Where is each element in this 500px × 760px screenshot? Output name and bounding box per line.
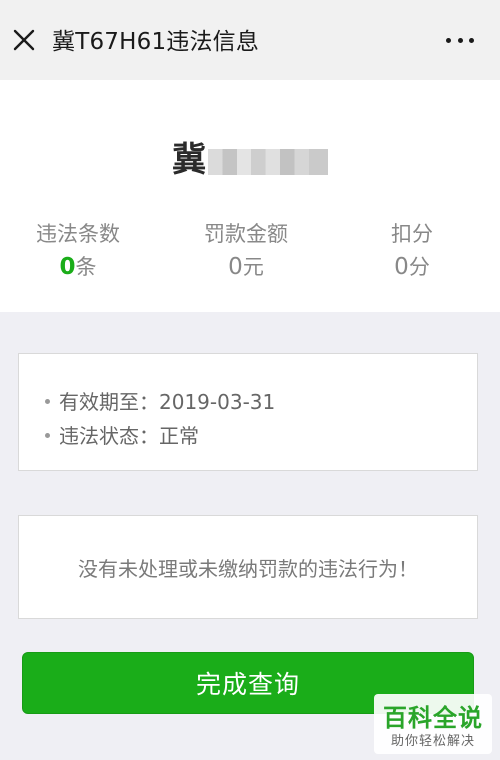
status-text: 违法状态：正常 — [59, 424, 199, 448]
more-horizontal-icon[interactable] — [446, 36, 474, 44]
points-value: 0 — [394, 254, 409, 280]
more-dot — [446, 37, 451, 43]
plate-prefix: 冀 — [172, 140, 206, 180]
valid-until-line: 有效期至：2019-03-31 — [45, 386, 275, 415]
stat-unit: 分 — [408, 255, 430, 279]
stat-violation-count: 违法条数 0条 — [0, 220, 158, 284]
stat-value: 0条 — [0, 250, 158, 284]
result-message-box: 没有未处理或未缴纳罚款的违法行为！ — [18, 515, 478, 619]
plate-blur-mask — [208, 148, 328, 175]
stat-unit: 元 — [242, 255, 264, 279]
license-plate: 冀 — [0, 132, 500, 181]
result-message: 没有未处理或未缴纳罚款的违法行为！ — [78, 556, 418, 581]
stat-fine-amount: 罚款金额 0元 — [166, 220, 326, 284]
violation-info-page: 冀T67H61违法信息 冀 违法条数 0条 罚款金额 0元 扣分 0分 有效期至… — [0, 0, 500, 760]
stat-value: 0元 — [166, 250, 326, 284]
status-line: 违法状态：正常 — [45, 420, 199, 449]
watermark-logo: 百科全说 助你轻松解决 — [374, 694, 492, 754]
finish-query-label: 完成查询 — [195, 670, 300, 699]
valid-until-text: 有效期至：2019-03-31 — [59, 390, 276, 414]
summary-card: 冀 违法条数 0条 罚款金额 0元 扣分 0分 — [0, 80, 500, 312]
more-dot — [469, 37, 474, 43]
stat-unit: 条 — [75, 255, 97, 279]
watermark-main-text: 百科全说 — [383, 704, 483, 732]
stat-value: 0分 — [332, 250, 492, 284]
license-info-box: 有效期至：2019-03-31 违法状态：正常 — [18, 353, 478, 471]
close-icon[interactable] — [12, 28, 36, 52]
bullet-icon — [45, 399, 50, 404]
stat-label: 罚款金额 — [204, 222, 288, 246]
violation-count-value: 0 — [59, 254, 76, 280]
stat-points: 扣分 0分 — [332, 220, 492, 284]
fine-amount-value: 0 — [228, 254, 243, 280]
page-title: 冀T67H61违法信息 — [52, 29, 260, 55]
more-dot — [457, 37, 463, 43]
stat-label: 扣分 — [391, 222, 433, 246]
bullet-icon — [45, 433, 50, 438]
header-bar: 冀T67H61违法信息 — [0, 0, 500, 80]
watermark-sub-text: 助你轻松解决 — [390, 734, 475, 749]
stat-label: 违法条数 — [36, 222, 120, 246]
